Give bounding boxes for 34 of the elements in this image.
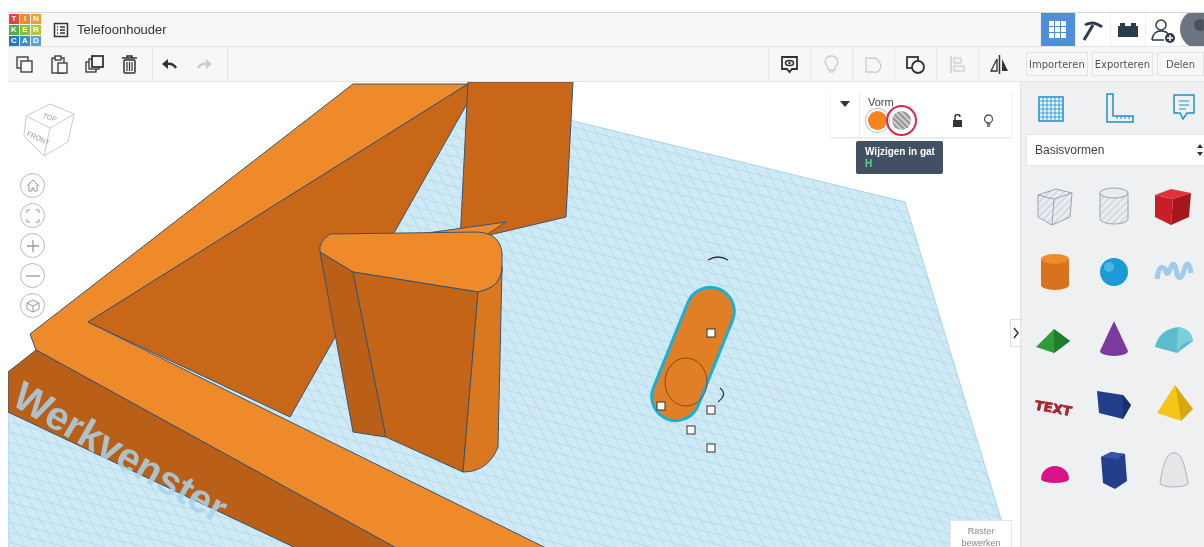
paste-icon[interactable]: [49, 53, 70, 75]
text-shape-icon[interactable]: TEXT: [1031, 381, 1078, 427]
perspective-icon[interactable]: [25, 298, 40, 313]
avatar-icon[interactable]: [1180, 13, 1204, 46]
toolbar-text-button[interactable]: Importeren: [1026, 52, 1088, 76]
toolbar-text-button[interactable]: Delen: [1157, 52, 1204, 76]
edit-grid-button[interactable]: Raster bewerken: [950, 520, 1012, 547]
resize-handles[interactable]: [656, 328, 716, 453]
shape-category-select[interactable]: Basisvormen: [1026, 134, 1204, 166]
select-arrows-icon: [1196, 143, 1204, 157]
list-icon[interactable]: [53, 21, 69, 38]
bulb-icon[interactable]: [983, 114, 994, 127]
tinkercad-logo[interactable]: T I N K E R C A D: [9, 13, 41, 46]
project-title[interactable]: Telefoonhouder: [77, 22, 167, 37]
collapse-caret-icon[interactable]: [840, 101, 850, 107]
copy-icon[interactable]: [14, 53, 35, 75]
mirror-icon[interactable]: [989, 53, 1010, 75]
tooltip-text: Wijzigen in gat: [865, 146, 934, 157]
duplicate-icon[interactable]: [84, 53, 105, 75]
home-icon[interactable]: [25, 178, 40, 193]
panel-toggle[interactable]: [1010, 319, 1020, 347]
hole-option[interactable]: [892, 111, 911, 130]
note-eye-icon[interactable]: [779, 53, 800, 75]
chevron-right-icon[interactable]: [1012, 327, 1019, 339]
solid-color-option[interactable]: [868, 111, 887, 130]
shortcut-key: H: [865, 158, 934, 169]
rotate-handle-icon[interactable]: [707, 256, 729, 261]
trash-icon[interactable]: [119, 53, 140, 75]
lock-open-icon[interactable]: [952, 114, 963, 127]
inspector-title: Vorm: [868, 96, 895, 108]
rotate-handle-icon[interactable]: [717, 387, 725, 403]
ungroup-icon[interactable]: [905, 53, 926, 75]
highlight-ring: [886, 105, 917, 136]
toolbar-text-button[interactable]: Exporteren: [1091, 52, 1153, 76]
